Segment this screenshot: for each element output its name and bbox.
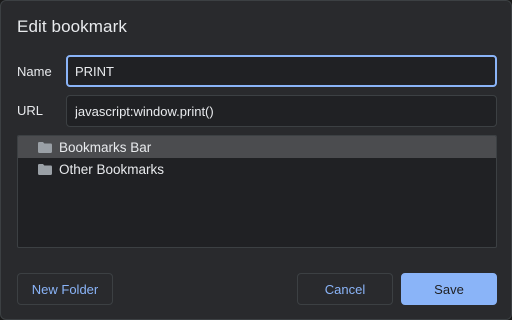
name-label: Name	[17, 64, 52, 79]
new-folder-button[interactable]: New Folder	[17, 273, 113, 305]
dialog-title: Edit bookmark	[17, 17, 127, 36]
url-label: URL	[17, 103, 44, 118]
folder-icon	[38, 163, 52, 175]
name-input[interactable]	[66, 55, 497, 87]
save-button[interactable]: Save	[401, 273, 497, 305]
edit-bookmark-dialog: Edit bookmark Name URL Bookmarks Bar Oth…	[0, 0, 512, 320]
cancel-button[interactable]: Cancel	[297, 273, 393, 305]
folder-item-label: Other Bookmarks	[59, 161, 165, 177]
folder-icon	[38, 141, 52, 153]
url-input[interactable]	[66, 95, 497, 127]
folder-item-bookmarks-bar[interactable]: Bookmarks Bar	[18, 136, 496, 158]
folder-item-label: Bookmarks Bar	[59, 139, 152, 155]
folder-tree[interactable]: Bookmarks Bar Other Bookmarks	[17, 135, 497, 248]
folder-item-other-bookmarks[interactable]: Other Bookmarks	[18, 158, 496, 180]
